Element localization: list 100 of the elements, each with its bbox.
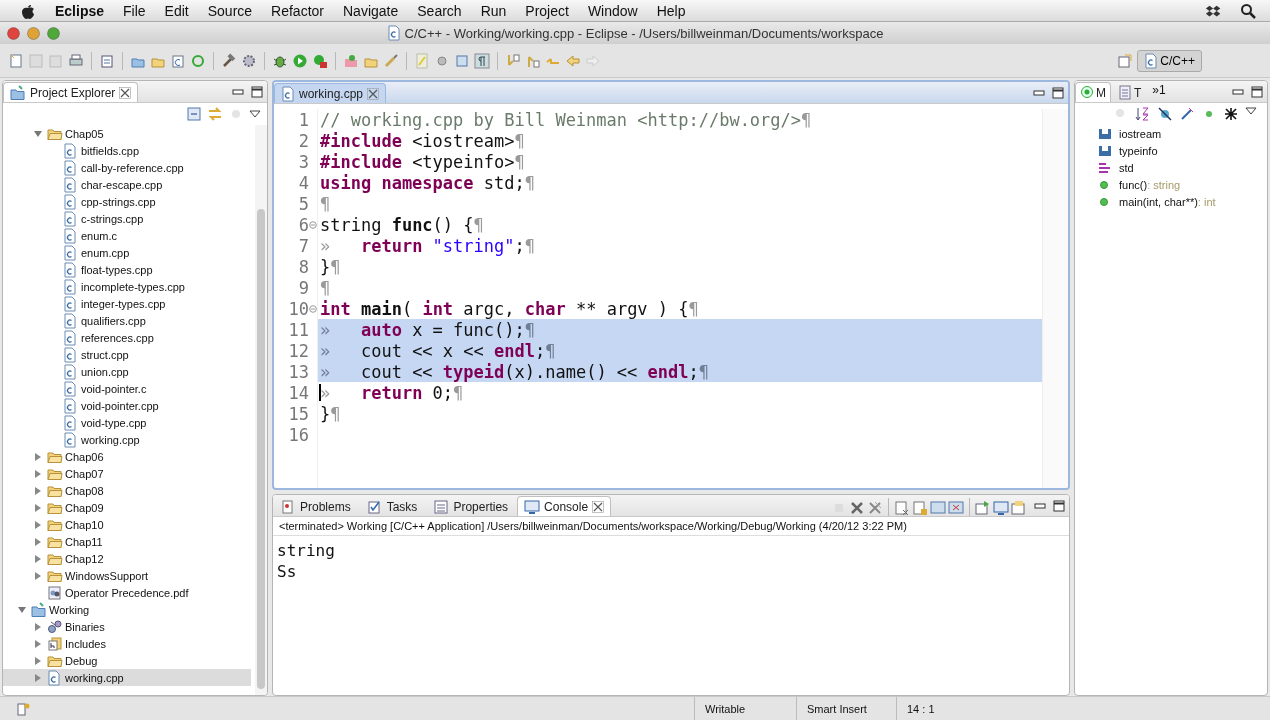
tree-item[interactable]: Chap05 (3, 125, 251, 142)
close-icon[interactable] (119, 86, 132, 99)
tree-item[interactable]: void-pointer.c (3, 380, 251, 397)
close-button[interactable] (7, 26, 20, 40)
panel-tab[interactable]: Tasks (359, 496, 425, 516)
tree-item[interactable]: Chap09 (3, 499, 251, 516)
hammer-icon[interactable] (221, 52, 237, 69)
sort-icon[interactable] (1135, 106, 1151, 122)
fold-icon[interactable] (309, 220, 317, 229)
tree-item[interactable]: Chap07 (3, 465, 251, 482)
collapsed-arrow-icon[interactable] (33, 451, 43, 462)
new-class-icon[interactable] (170, 52, 186, 69)
menu-item[interactable]: File (123, 2, 146, 19)
fold-icon[interactable] (309, 304, 317, 313)
collapsed-arrow-icon[interactable] (33, 655, 43, 666)
collapsed-arrow-icon[interactable] (33, 570, 43, 581)
tree-item[interactable]: enum.cpp (3, 244, 251, 261)
outline-item[interactable]: func(): string (1097, 176, 1267, 193)
block-select-icon[interactable] (454, 52, 470, 69)
app-menu[interactable]: Eclipse (55, 2, 105, 19)
open-console-icon[interactable] (975, 500, 991, 516)
menu-item[interactable]: Refactor (271, 2, 324, 19)
collapsed-arrow-icon[interactable] (33, 638, 43, 649)
refresh-icon[interactable] (190, 52, 206, 69)
zoom-button[interactable] (47, 26, 60, 40)
collapsed-arrow-icon[interactable] (33, 553, 43, 564)
tree-item[interactable]: qualifiers.cpp (3, 312, 251, 329)
minimize-icon[interactable] (1232, 86, 1244, 97)
link-editor-icon[interactable] (207, 106, 223, 122)
panel-tab[interactable]: Console (517, 496, 612, 516)
panel-tab[interactable]: Problems (273, 496, 358, 516)
tree-item[interactable]: working.cpp (3, 669, 251, 686)
menu-item[interactable]: Window (587, 2, 638, 19)
maximize-icon[interactable] (1251, 85, 1263, 98)
calendar-icon[interactable] (99, 52, 115, 69)
tree-item[interactable]: cpp-strings.cpp (3, 193, 251, 210)
tree-item[interactable]: Chap12 (3, 550, 251, 567)
gear-icon[interactable] (241, 52, 257, 69)
maximize-icon[interactable] (1052, 86, 1064, 99)
tree-item[interactable]: Includes (3, 635, 251, 652)
tree-item[interactable]: Debug (3, 652, 251, 669)
tree-item[interactable]: char-escape.cpp (3, 176, 251, 193)
menu-item[interactable]: Edit (164, 2, 189, 19)
expanded-arrow-icon[interactable] (17, 604, 27, 615)
menu-item[interactable]: Navigate (343, 2, 399, 19)
tree-item[interactable]: references.cpp (3, 329, 251, 346)
menu-item[interactable]: Project (525, 2, 569, 19)
menu-item[interactable]: Source (207, 2, 253, 19)
tree-item[interactable]: void-pointer.cpp (3, 397, 251, 414)
expanded-arrow-icon[interactable] (33, 128, 43, 139)
tree-item[interactable]: Operator Precedence.pdf (3, 584, 251, 601)
clear-console-icon[interactable] (894, 500, 910, 516)
tree-item[interactable]: float-types.cpp (3, 261, 251, 278)
left-arrow-icon[interactable] (565, 52, 581, 69)
outline-item[interactable]: main(int, char**): int (1097, 193, 1267, 210)
show-output-icon[interactable] (948, 500, 964, 516)
new-file-icon[interactable] (8, 52, 24, 69)
editor-tab[interactable]: working.cpp (274, 83, 387, 103)
tree-item[interactable]: Chap06 (3, 448, 251, 465)
maximize-icon[interactable] (1053, 499, 1065, 512)
collapsed-arrow-icon[interactable] (33, 519, 43, 530)
open-perspective-icon[interactable] (1117, 52, 1134, 69)
collapsed-arrow-icon[interactable] (33, 468, 43, 479)
tree-item[interactable]: bitfields.cpp (3, 142, 251, 159)
tree-item[interactable]: incomplete-types.cpp (3, 278, 251, 295)
menu-item[interactable]: Run (480, 2, 507, 19)
close-icon[interactable] (592, 500, 605, 513)
outline-item[interactable]: std (1097, 159, 1267, 176)
play-icon[interactable] (292, 52, 308, 69)
collapse-all-icon[interactable] (187, 107, 201, 121)
maximize-icon[interactable] (251, 85, 263, 98)
menu-item[interactable]: Search (417, 2, 462, 19)
remove-all-icon[interactable] (867, 500, 883, 516)
open-type-icon[interactable] (343, 52, 359, 69)
view-tab[interactable]: Project Explorer (3, 82, 139, 102)
view-tab[interactable]: T (1113, 82, 1147, 102)
scrollbar[interactable] (255, 125, 267, 695)
tree-item[interactable]: working.cpp (3, 431, 251, 448)
new-console-icon[interactable] (1011, 500, 1027, 516)
tree-item[interactable]: Working (3, 601, 251, 618)
tree-item[interactable]: struct.cpp (3, 346, 251, 363)
close-icon[interactable] (367, 87, 380, 100)
menu-item[interactable]: Help (656, 2, 686, 19)
scrollbar-thumb[interactable] (257, 209, 265, 689)
tree-item[interactable]: Chap11 (3, 533, 251, 550)
tree-item[interactable]: c-strings.cpp (3, 210, 251, 227)
collapsed-arrow-icon[interactable] (33, 672, 43, 683)
tree-item[interactable]: union.cpp (3, 363, 251, 380)
minimize-button[interactable] (27, 26, 40, 40)
tree-item[interactable]: Binaries (3, 618, 251, 635)
group-icon[interactable] (1223, 106, 1239, 122)
pilcrow-icon[interactable] (474, 52, 490, 69)
search-icon[interactable] (1240, 2, 1256, 19)
overflow-tabs[interactable]: »1 (1148, 82, 1170, 101)
view-menu-icon[interactable] (249, 109, 261, 119)
collapsed-arrow-icon[interactable] (33, 536, 43, 547)
tree-item[interactable]: void-type.cpp (3, 414, 251, 431)
tree-item[interactable]: integer-types.cpp (3, 295, 251, 312)
panel-tab[interactable]: Properties (426, 496, 516, 516)
display-console-icon[interactable] (993, 500, 1009, 516)
